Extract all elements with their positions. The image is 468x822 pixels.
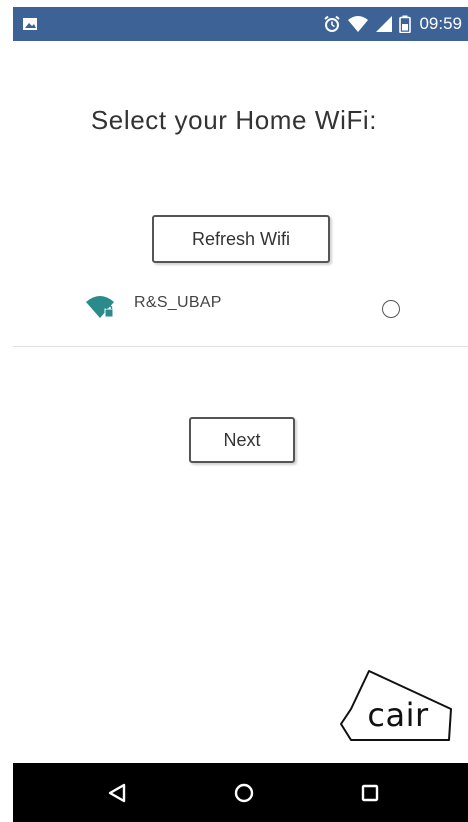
list-divider bbox=[13, 346, 468, 347]
recents-icon[interactable] bbox=[354, 777, 386, 809]
next-button[interactable]: Next bbox=[189, 417, 295, 463]
wifi-network-item[interactable]: R&S_UBAP bbox=[13, 283, 468, 343]
wifi-signal-icon bbox=[348, 16, 369, 32]
logo-text: cair bbox=[367, 696, 429, 734]
home-icon[interactable] bbox=[228, 777, 260, 809]
wifi-lock-icon bbox=[86, 296, 114, 318]
alarm-icon bbox=[324, 15, 341, 32]
cell-signal-icon bbox=[376, 16, 393, 32]
status-time: 09:59 bbox=[419, 14, 462, 33]
back-icon[interactable] bbox=[101, 777, 133, 809]
status-icons: 09:59 bbox=[323, 7, 468, 41]
cair-logo: cair bbox=[339, 668, 457, 742]
status-bar: 09:59 bbox=[13, 7, 468, 41]
wifi-ssid-label: R&S_UBAP bbox=[134, 294, 222, 311]
image-icon bbox=[23, 18, 37, 30]
refresh-wifi-button[interactable]: Refresh Wifi bbox=[152, 215, 330, 263]
page-title: Select your Home WiFi: bbox=[90, 105, 378, 135]
navigation-bar bbox=[13, 763, 468, 822]
wifi-radio-button[interactable] bbox=[382, 300, 400, 318]
battery-icon bbox=[399, 15, 412, 33]
